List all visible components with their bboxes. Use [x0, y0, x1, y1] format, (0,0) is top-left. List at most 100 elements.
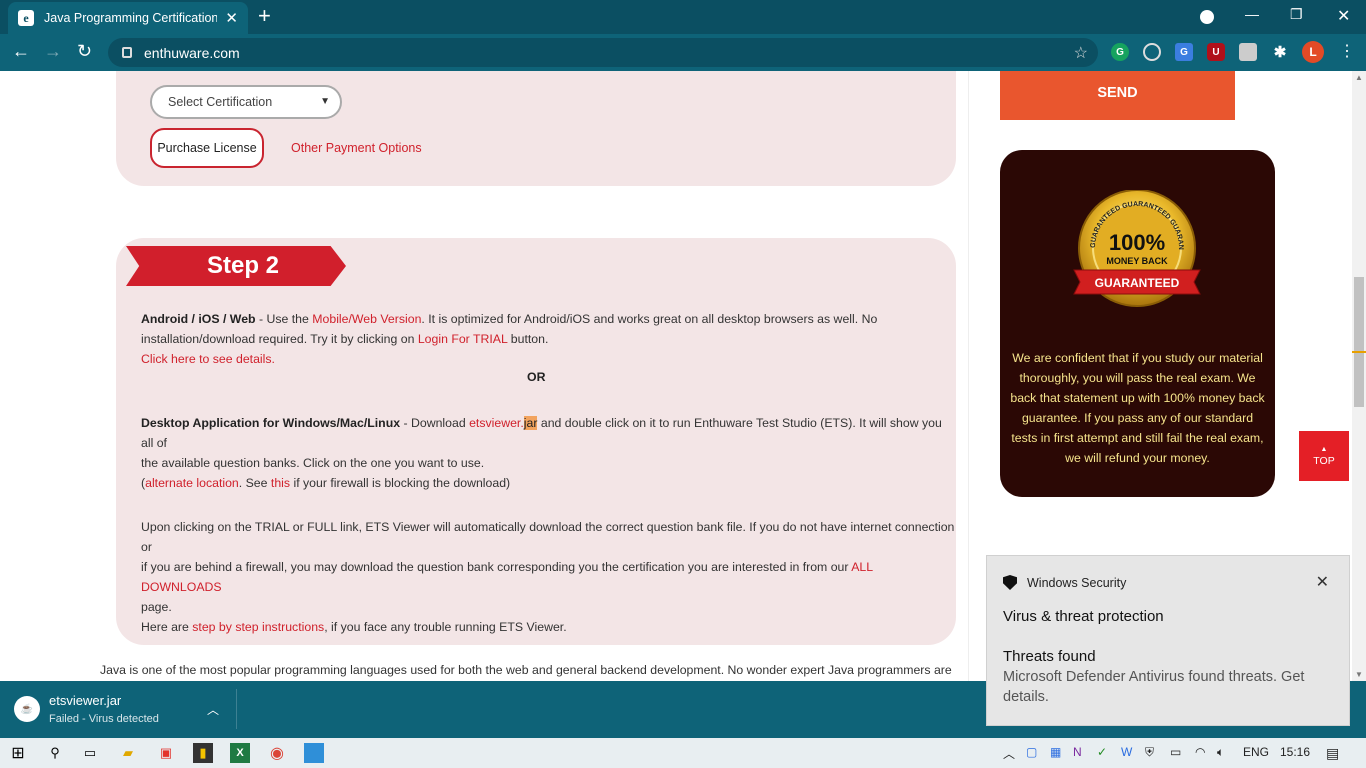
profile-avatar[interactable]: L	[1302, 41, 1324, 63]
tray-chevron-icon[interactable]: ︿	[1003, 745, 1015, 762]
address-bar[interactable]: enthuware.com ☆	[108, 38, 1098, 67]
toast-body: Microsoft Defender Antivirus found threa…	[1003, 669, 1305, 705]
menu-kebab-icon[interactable]: ⋮	[1339, 41, 1355, 61]
download-filename: etsviewer.jar	[49, 693, 122, 708]
guarantee-text: We are confident that if you study our m…	[1010, 351, 1265, 465]
volume-icon[interactable]: 🔈︎	[1217, 745, 1224, 760]
money-back-seal-icon: GUARANTEED GUARANTEED GUARANTEED 100% MO…	[1070, 190, 1201, 307]
tab-bar: e Java Programming Certification P ✕ + —…	[0, 0, 1366, 34]
windows-security-toast[interactable]: Windows Security ✕ Virus & threat protec…	[986, 555, 1350, 726]
chrome-icon[interactable]: ◉	[267, 743, 287, 763]
file-explorer-icon[interactable]: ▰	[118, 743, 138, 763]
windows-taskbar: ⊞ ⚲ ▭ ▰ ▣ ▮ X ◉ ︿ ▢ ▦ N ✓ W ⛨ ▭ ◠ 🔈︎ ENG…	[0, 738, 1366, 768]
restore-icon[interactable]: ❐	[1290, 6, 1303, 23]
download-item[interactable]: ☕ etsviewer.jar Failed - Virus detected …	[12, 691, 237, 731]
alternate-location-link[interactable]: alternate location	[145, 476, 239, 490]
android-heading: Android / iOS / Web	[141, 312, 256, 326]
step2-title: Step 2	[206, 252, 280, 279]
favicon-icon: e	[18, 10, 34, 26]
task-view-icon[interactable]: ▭	[80, 743, 100, 763]
grammarly-icon[interactable]: G	[1111, 43, 1129, 61]
instructions-link[interactable]: step by step instructions	[192, 620, 324, 634]
lock-icon	[122, 47, 132, 58]
top-label: TOP	[1313, 454, 1335, 467]
translate-icon[interactable]: G	[1175, 43, 1193, 61]
download-separator	[236, 689, 237, 729]
step2-banner: Step 2	[126, 246, 346, 286]
back-icon[interactable]: ←	[12, 41, 30, 62]
see-details-link[interactable]: Click here to see details.	[141, 352, 275, 366]
seal-percent: 100%	[1109, 230, 1165, 255]
tray-grid-icon[interactable]: ▦	[1050, 745, 1061, 759]
column-divider	[968, 71, 969, 681]
select-value: Select Certification	[168, 95, 273, 109]
onenote-icon[interactable]: N	[1073, 745, 1082, 759]
security-tray-icon[interactable]: ⛨	[1145, 745, 1154, 760]
battery-icon[interactable]: ▭	[1170, 745, 1181, 759]
url-text: enthuware.com	[144, 44, 240, 61]
toast-app-name: Windows Security	[1027, 575, 1127, 590]
tab-active[interactable]: e Java Programming Certification P ✕	[8, 2, 248, 34]
forward-icon[interactable]: →	[44, 41, 62, 62]
new-tab-icon[interactable]: +	[258, 5, 271, 27]
guarantee-box: GUARANTEED GUARANTEED GUARANTEED 100% MO…	[1000, 150, 1275, 497]
scroll-up-icon[interactable]: ▲	[1355, 73, 1363, 82]
app-blue-icon[interactable]	[304, 743, 324, 763]
chevron-down-icon: ▼	[320, 96, 330, 107]
language-indicator[interactable]: ENG	[1243, 745, 1269, 759]
bookmark-star-icon[interactable]: ☆	[1074, 43, 1088, 63]
print-extension-icon[interactable]	[1239, 43, 1257, 61]
scroll-thumb[interactable]	[1354, 277, 1364, 407]
window-close-icon[interactable]: ✕	[1337, 6, 1350, 26]
purchase-license-button[interactable]: Purchase License	[150, 128, 264, 168]
search-icon[interactable]: ⚲	[45, 743, 65, 763]
minimize-icon[interactable]: —	[1245, 6, 1259, 22]
highlight-jar[interactable]: jar	[523, 416, 538, 430]
desktop-heading: Desktop Application for Windows/Mac/Linu…	[141, 416, 401, 430]
clock[interactable]: 15:16	[1280, 745, 1310, 759]
word-icon[interactable]: W	[1121, 745, 1132, 759]
arrow-up-icon: ▲	[1320, 445, 1328, 453]
java-intro-text: Java is one of the most popular programm…	[100, 663, 952, 677]
tab-search-icon[interactable]	[1200, 10, 1214, 24]
windows-start-icon[interactable]: ⊞	[8, 743, 28, 763]
or-separator: OR	[527, 370, 546, 384]
app-red-icon[interactable]: ▣	[156, 743, 176, 763]
wifi-icon[interactable]: ◠	[1195, 745, 1205, 759]
tab-title: Java Programming Certification P	[44, 11, 218, 25]
shield-icon	[1003, 575, 1017, 590]
excel-icon[interactable]: X	[230, 743, 250, 763]
extensions-puzzle-icon[interactable]: ✱	[1271, 43, 1289, 61]
jar-file-icon: ☕	[14, 696, 40, 722]
toast-title: Virus & threat protection	[1003, 608, 1164, 625]
toast-heading: Threats found	[1003, 648, 1096, 665]
bulb-extension-icon[interactable]	[1143, 43, 1161, 61]
sticky-notes-icon[interactable]: ▮	[193, 743, 213, 763]
seal-ribbon: GUARANTEED	[1095, 276, 1180, 290]
scroll-down-icon[interactable]: ▼	[1355, 670, 1363, 679]
other-payment-link[interactable]: Other Payment Options	[291, 141, 422, 155]
ublock-icon[interactable]: U	[1207, 43, 1225, 61]
reload-icon[interactable]: ↻	[77, 41, 92, 62]
etsviewer-link[interactable]: etsviewer.	[469, 416, 524, 430]
page-scrollbar[interactable]: ▲ ▼	[1352, 71, 1366, 681]
send-button[interactable]: SEND	[1000, 71, 1235, 120]
certification-select[interactable]: Select Certification ▼	[150, 85, 342, 119]
back-to-top-button[interactable]: ▲ TOP	[1299, 431, 1349, 481]
login-trial-link[interactable]: Login For TRIAL	[418, 332, 508, 346]
trial-paragraph: Upon clicking on the TRIAL or FULL link,…	[141, 520, 955, 634]
mobile-web-link[interactable]: Mobile/Web Version	[312, 312, 421, 326]
browser-toolbar: ← → ↻ enthuware.com ☆ G G U ✱ L ⋮	[0, 34, 1366, 71]
seal-money-back: MONEY BACK	[1106, 256, 1168, 266]
android-paragraph: Android / iOS / Web - Use the Mobile/Web…	[141, 312, 878, 366]
chevron-up-icon[interactable]: ︿	[207, 701, 219, 718]
desktop-paragraph: Desktop Application for Windows/Mac/Linu…	[141, 416, 942, 490]
tab-close-icon[interactable]: ✕	[225, 9, 238, 27]
notification-center-icon[interactable]: ▤	[1326, 745, 1339, 762]
this-link[interactable]: this	[271, 476, 290, 490]
scroll-find-marker	[1352, 351, 1366, 353]
download-status: Failed - Virus detected	[49, 713, 159, 725]
tray-app-icon[interactable]: ▢	[1026, 745, 1037, 759]
tray-check-icon[interactable]: ✓	[1097, 745, 1107, 759]
toast-close-icon[interactable]: ✕	[1316, 572, 1329, 592]
